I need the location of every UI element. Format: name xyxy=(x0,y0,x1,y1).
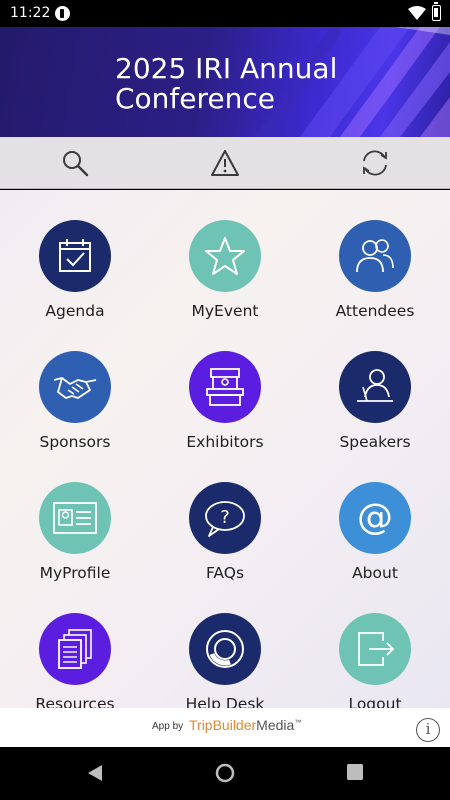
star-icon xyxy=(205,237,245,275)
documents-icon xyxy=(58,629,92,669)
alerts-button[interactable] xyxy=(208,146,242,180)
tile-label: Exhibitors xyxy=(186,433,264,451)
menu-grid: Agenda MyEvent Attendees Sponsors Exhibi… xyxy=(0,190,450,708)
tile-agenda[interactable]: Agenda xyxy=(14,190,134,320)
logout-circle xyxy=(339,613,411,685)
brand-trip: TripBuilder xyxy=(189,717,257,733)
tile-label: Speakers xyxy=(339,433,411,451)
status-time: 11:22 xyxy=(10,5,51,21)
tile-speakers[interactable]: Speakers xyxy=(314,321,434,451)
tile-label: Attendees xyxy=(335,302,415,320)
tile-about[interactable]: @ About xyxy=(314,452,434,582)
exhibitors-circle xyxy=(189,351,261,423)
at-icon: @ xyxy=(357,497,393,538)
calendar-icon xyxy=(59,239,91,272)
handshake-icon xyxy=(53,377,97,399)
tile-label: Logout xyxy=(348,695,402,708)
tile-myprofile[interactable]: MyProfile xyxy=(14,452,134,582)
brand-tm: ™ xyxy=(294,719,302,727)
sponsors-circle xyxy=(39,351,111,423)
booth-icon xyxy=(206,368,244,406)
info-icon[interactable]: i xyxy=(416,718,440,742)
tile-resources[interactable]: Resources xyxy=(14,583,134,708)
myprofile-circle xyxy=(39,482,111,554)
event-title-line2: Conference xyxy=(115,82,276,115)
sync-icon xyxy=(363,150,387,176)
people-icon xyxy=(356,239,394,273)
tile-label: FAQs xyxy=(205,564,245,582)
tile-myevent[interactable]: MyEvent xyxy=(164,190,284,320)
tile-help-desk[interactable]: Help Desk xyxy=(164,583,284,708)
alert-icon xyxy=(211,150,239,176)
status-bar: 11:22 xyxy=(0,0,450,27)
svg-text:@: @ xyxy=(357,497,393,538)
speaker-icon xyxy=(357,369,393,402)
tile-label: Agenda xyxy=(45,302,105,320)
search-icon xyxy=(63,151,89,177)
lifebuoy-icon xyxy=(206,630,244,668)
faqs-circle: ? xyxy=(189,482,261,554)
tile-attendees[interactable]: Attendees xyxy=(314,190,434,320)
attendees-circle xyxy=(339,220,411,292)
footer: App by TripBuilderMedia™ i xyxy=(0,708,450,747)
tile-label: About xyxy=(352,564,398,582)
sync-button[interactable] xyxy=(358,146,392,180)
tile-label: Sponsors xyxy=(39,433,111,451)
resources-circle xyxy=(39,613,111,685)
notification-app-icon xyxy=(55,6,70,21)
speakers-circle xyxy=(339,351,411,423)
wifi-icon xyxy=(408,6,426,20)
tile-label: MyProfile xyxy=(39,564,111,582)
tile-exhibitors[interactable]: Exhibitors xyxy=(164,321,284,451)
event-title: 2025 IRI Annual Conference xyxy=(115,54,375,114)
recents-icon[interactable] xyxy=(346,763,364,781)
agenda-circle xyxy=(39,220,111,292)
about-circle: @ xyxy=(339,482,411,554)
brand-media: Media xyxy=(256,717,295,733)
event-banner: 2025 IRI Annual Conference xyxy=(0,27,450,137)
id-card-icon xyxy=(53,502,97,534)
home-icon[interactable] xyxy=(215,763,235,783)
tile-label: Help Desk xyxy=(185,695,265,708)
back-icon[interactable] xyxy=(86,763,104,783)
tile-sponsors[interactable]: Sponsors xyxy=(14,321,134,451)
tile-logout[interactable]: Logout xyxy=(314,583,434,708)
question-bubble-icon: ? xyxy=(205,501,245,537)
tripbuilder-logo: TripBuilderMedia™ xyxy=(189,717,301,733)
tile-label: Resources xyxy=(35,695,115,708)
toolbar xyxy=(0,137,450,189)
app-by-label: App by xyxy=(152,721,184,732)
myevent-circle xyxy=(189,220,261,292)
battery-icon xyxy=(432,2,441,21)
system-navigation-bar xyxy=(0,747,450,800)
tile-faqs[interactable]: ? FAQs xyxy=(164,452,284,582)
svg-text:?: ? xyxy=(220,507,230,528)
event-title-line1: 2025 IRI Annual xyxy=(115,52,338,85)
help-desk-circle xyxy=(189,613,261,685)
search-button[interactable] xyxy=(58,146,92,180)
logout-icon xyxy=(358,632,395,666)
tile-label: MyEvent xyxy=(191,302,259,320)
